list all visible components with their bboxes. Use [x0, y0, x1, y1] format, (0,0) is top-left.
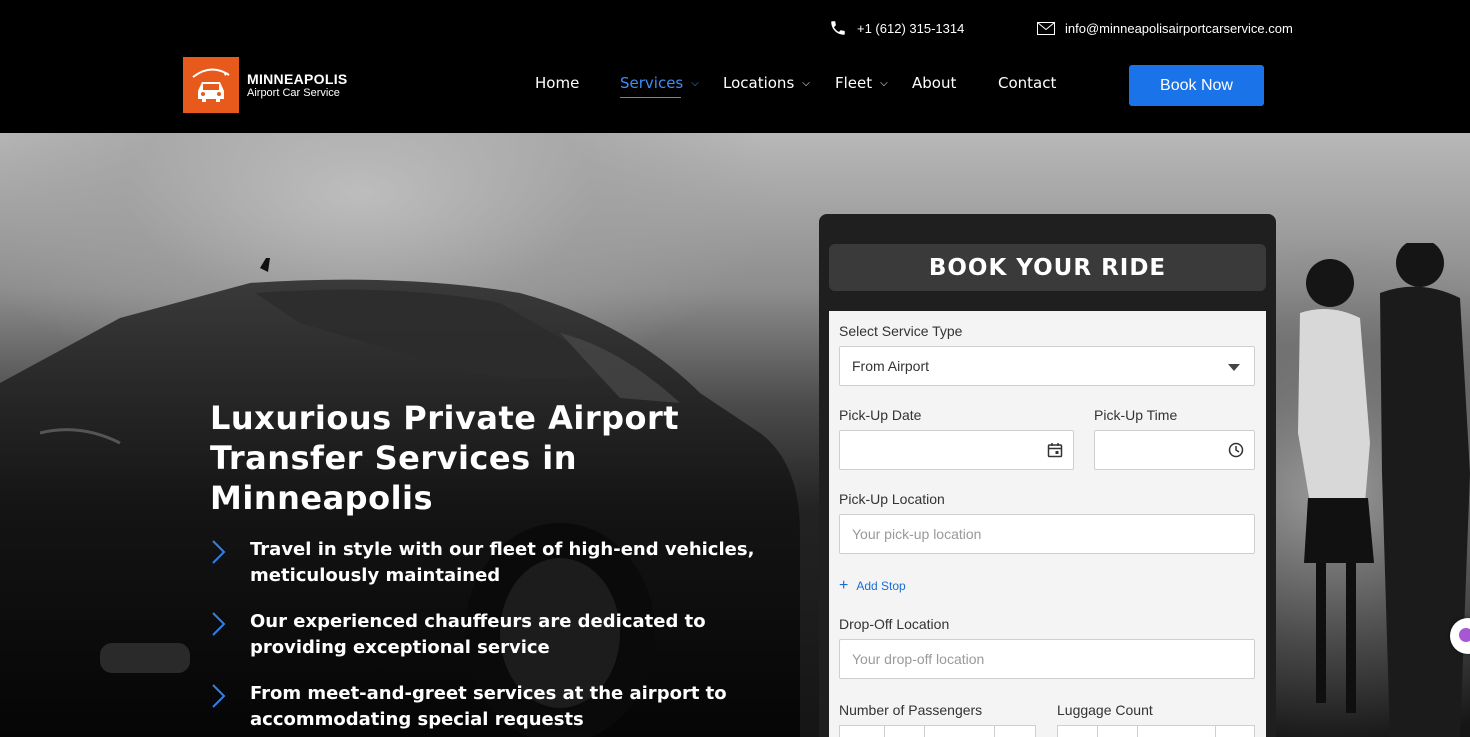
nav-home[interactable]: Home — [535, 74, 579, 92]
hero-bullet: Travel in style with our fleet of high-e… — [210, 537, 770, 589]
nav-about[interactable]: About — [912, 74, 956, 92]
luggage-stepper[interactable] — [1057, 725, 1255, 737]
phone-icon — [831, 21, 845, 35]
chevron-down-icon: ⌵ — [802, 77, 810, 89]
clock-icon — [1228, 442, 1244, 458]
nav-locations[interactable]: Locations ⌵ — [723, 74, 810, 92]
service-type-value: From Airport — [852, 358, 930, 374]
nav-services-label: Services — [620, 74, 684, 92]
booking-form: Select Service Type From Airport Pick-Up… — [829, 311, 1266, 737]
nav-fleet[interactable]: Fleet ⌵ — [835, 74, 888, 92]
site-header: +1 (612) 315-1314 info@minneapolisairpor… — [0, 0, 1470, 133]
chevron-right-icon — [212, 612, 226, 636]
dropoff-location-input[interactable]: Your drop-off location — [839, 639, 1255, 679]
booking-panel: BOOK YOUR RIDE Select Service Type From … — [819, 214, 1276, 737]
dropoff-location-placeholder: Your drop-off location — [852, 651, 985, 667]
calendar-icon — [1047, 443, 1063, 458]
pickup-time-input[interactable] — [1094, 430, 1255, 470]
chevron-right-icon — [212, 540, 226, 564]
pickup-date-input[interactable] — [839, 430, 1074, 470]
couple-image — [1298, 243, 1470, 737]
luggage-label: Luggage Count — [1057, 702, 1153, 718]
hero-bullet-text: Travel in style with our fleet of high-e… — [250, 539, 755, 586]
hero-bullet: Our experienced chauffeurs are dedicated… — [210, 609, 770, 661]
pickup-location-label: Pick-Up Location — [839, 491, 945, 507]
nav-services[interactable]: Services ⌵ — [620, 74, 699, 98]
chevron-down-icon: ⌵ — [691, 77, 699, 89]
email-address: info@minneapolisairportcarservice.com — [1065, 20, 1293, 36]
nav-about-label: About — [912, 74, 957, 92]
active-underline — [620, 97, 681, 98]
dropdown-arrow-icon — [1228, 364, 1240, 371]
chevron-right-icon — [212, 684, 226, 708]
pickup-location-input[interactable]: Your pick-up location — [839, 514, 1255, 554]
hero-title: Luxurious Private Airport Transfer Servi… — [210, 399, 680, 517]
envelope-icon — [1037, 21, 1055, 35]
add-stop-link[interactable]: + Add Stop — [839, 577, 906, 595]
hero-bullet: From meet-and-greet services at the airp… — [210, 681, 770, 733]
phone-number: +1 (612) 315-1314 — [857, 20, 965, 36]
chevron-down-icon: ⌵ — [880, 77, 888, 89]
phone-contact[interactable]: +1 (612) 315-1314 — [829, 18, 964, 38]
pickup-location-placeholder: Your pick-up location — [852, 526, 982, 542]
passengers-stepper[interactable] — [839, 725, 1036, 737]
hero-bullet-text: From meet-and-greet services at the airp… — [250, 683, 727, 730]
hero-bullets: Travel in style with our fleet of high-e… — [210, 537, 770, 737]
pickup-time-label: Pick-Up Time — [1094, 407, 1178, 423]
widget-icon — [1459, 628, 1470, 642]
hero-bullet-text: Our experienced chauffeurs are dedicated… — [250, 611, 706, 658]
nav-locations-label: Locations — [723, 74, 795, 92]
dropoff-location-label: Drop-Off Location — [839, 616, 950, 632]
email-contact[interactable]: info@minneapolisairportcarservice.com — [1037, 18, 1293, 38]
booking-title: BOOK YOUR RIDE — [829, 244, 1266, 291]
pickup-date-label: Pick-Up Date — [839, 407, 922, 423]
plus-icon: + — [839, 577, 849, 594]
passengers-label: Number of Passengers — [839, 702, 983, 718]
book-now-button[interactable]: Book Now — [1129, 65, 1264, 106]
nav-fleet-label: Fleet — [835, 74, 873, 92]
service-type-label: Select Service Type — [839, 323, 963, 339]
nav-home-label: Home — [535, 74, 580, 92]
service-type-select[interactable]: From Airport — [839, 346, 1255, 386]
add-stop-label: Add Stop — [856, 579, 906, 593]
nav-contact[interactable]: Contact — [998, 74, 1056, 92]
nav-contact-label: Contact — [998, 74, 1057, 92]
